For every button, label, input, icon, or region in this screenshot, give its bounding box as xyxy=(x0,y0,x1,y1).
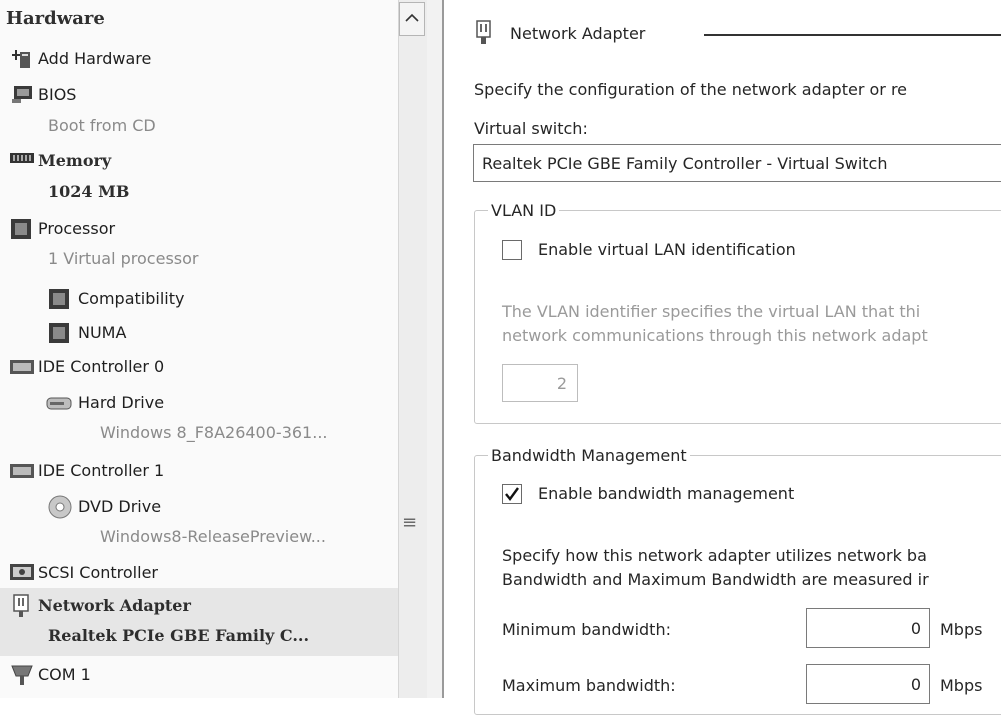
ide-controller-icon xyxy=(10,360,34,374)
bandwidth-help-line1: Specify how this network adapter utilize… xyxy=(502,546,927,565)
sidebar-item-ide-controller-0[interactable]: IDE Controller 0 xyxy=(0,352,398,382)
chip-icon xyxy=(49,323,69,343)
min-bandwidth-value: 0 xyxy=(910,619,921,638)
chevron-up-icon xyxy=(405,13,419,22)
vlan-checkbox-label: Enable virtual LAN identification xyxy=(538,240,796,259)
bandwidth-checkbox[interactable] xyxy=(502,484,522,504)
vlan-help-line1: The VLAN identifier specifies the virtua… xyxy=(502,302,921,321)
dvd-icon xyxy=(48,495,72,519)
sidebar-item-label: Compatibility xyxy=(78,289,185,308)
com-port-icon xyxy=(11,665,33,685)
sidebar-item-add-hardware[interactable]: Add Hardware xyxy=(0,44,398,72)
sidebar-item-detail: Windows8-ReleasePreview... xyxy=(100,527,326,546)
sidebar-item-label: Add Hardware xyxy=(38,49,152,68)
vlan-checkbox[interactable] xyxy=(502,240,522,260)
vlan-legend: VLAN ID xyxy=(488,201,560,220)
virtual-switch-select[interactable]: Realtek PCIe GBE Family Controller - Vir… xyxy=(473,144,1001,182)
vlan-id-value: 2 xyxy=(556,374,567,393)
sidebar-item-label: NUMA xyxy=(78,323,127,342)
scroll-grip-icon[interactable]: ≡ xyxy=(402,512,417,533)
sidebar-item-compatibility[interactable]: Compatibility xyxy=(0,284,398,314)
max-bandwidth-unit: Mbps xyxy=(940,676,983,695)
max-bandwidth-value: 0 xyxy=(910,675,921,694)
hardware-header: Hardware xyxy=(6,8,105,29)
sidebar-item-label: Network Adapter xyxy=(38,596,191,615)
add-hardware-icon xyxy=(12,50,30,68)
sidebar-item-label: BIOS xyxy=(38,85,77,104)
processor-icon xyxy=(11,219,31,239)
sidebar-item-bios[interactable]: BIOS Boot from CD xyxy=(0,78,398,140)
sidebar-item-label: Processor xyxy=(38,219,116,238)
scsi-icon xyxy=(10,564,34,580)
sidebar-item-network-adapter[interactable]: Network Adapter Realtek PCIe GBE Family … xyxy=(0,590,398,654)
section-title: Network Adapter xyxy=(510,24,646,43)
sidebar-item-processor[interactable]: Processor 1 Virtual processor xyxy=(0,214,398,276)
virtual-switch-label: Virtual switch: xyxy=(474,119,588,138)
sidebar-item-memory[interactable]: Memory 1024 MB xyxy=(0,146,398,206)
settings-panel: Network Adapter Specify the configuratio… xyxy=(444,0,1001,715)
sidebar-item-ide-controller-1[interactable]: IDE Controller 1 xyxy=(0,456,398,486)
network-adapter-icon xyxy=(476,20,491,44)
sidebar-item-label: IDE Controller 0 xyxy=(38,357,165,376)
sidebar-item-numa[interactable]: NUMA xyxy=(0,318,398,348)
scroll-up-button[interactable] xyxy=(399,2,425,36)
memory-icon xyxy=(10,153,34,163)
checkmark-icon xyxy=(505,487,519,501)
bandwidth-help-line2: Bandwidth and Maximum Bandwidth are meas… xyxy=(502,570,929,589)
bios-icon xyxy=(12,86,32,103)
vlan-id-input[interactable]: 2 xyxy=(502,364,578,402)
sidebar-scrollbar[interactable] xyxy=(398,0,428,698)
vlan-help-line2: network communications through this netw… xyxy=(502,326,928,345)
sidebar-item-com1[interactable]: COM 1 xyxy=(0,660,398,690)
sidebar-item-detail: Realtek PCIe GBE Family C... xyxy=(48,626,310,645)
sidebar-item-label: SCSI Controller xyxy=(38,563,158,582)
sidebar-item-detail: 1024 MB xyxy=(48,182,130,201)
sidebar-item-detail: 1 Virtual processor xyxy=(48,249,199,268)
hardware-sidebar: Hardware Add Hardware BIOS Boot from CD … xyxy=(0,0,398,698)
min-bandwidth-unit: Mbps xyxy=(940,620,983,639)
title-rule xyxy=(704,34,1001,36)
network-adapter-icon xyxy=(13,594,29,617)
sidebar-item-dvd-drive[interactable]: DVD Drive Windows8-ReleasePreview... xyxy=(0,492,398,554)
bandwidth-checkbox-label: Enable bandwidth management xyxy=(538,484,795,503)
max-bandwidth-label: Maximum bandwidth: xyxy=(502,676,676,695)
sidebar-item-label: Hard Drive xyxy=(78,393,165,412)
pane-splitter[interactable] xyxy=(427,0,443,698)
sidebar-item-label: Memory xyxy=(38,151,112,170)
panel-description: Specify the configuration of the network… xyxy=(474,80,908,99)
sidebar-item-label: COM 1 xyxy=(38,665,91,684)
sidebar-item-label: IDE Controller 1 xyxy=(38,461,165,480)
min-bandwidth-input[interactable]: 0 xyxy=(806,608,930,648)
chip-icon xyxy=(49,289,69,309)
sidebar-item-scsi-controller[interactable]: SCSI Controller xyxy=(0,558,398,588)
min-bandwidth-label: Minimum bandwidth: xyxy=(502,620,671,639)
bandwidth-legend: Bandwidth Management xyxy=(488,446,690,465)
virtual-switch-value: Realtek PCIe GBE Family Controller - Vir… xyxy=(482,154,888,173)
ide-controller-icon xyxy=(10,464,34,478)
max-bandwidth-input[interactable]: 0 xyxy=(806,664,930,704)
sidebar-item-detail: Boot from CD xyxy=(48,116,156,135)
hard-drive-icon xyxy=(46,397,72,410)
sidebar-item-hard-drive[interactable]: Hard Drive Windows 8_F8A26400-361... xyxy=(0,388,398,450)
sidebar-item-detail: Windows 8_F8A26400-361... xyxy=(100,423,328,442)
sidebar-item-label: DVD Drive xyxy=(78,497,162,516)
